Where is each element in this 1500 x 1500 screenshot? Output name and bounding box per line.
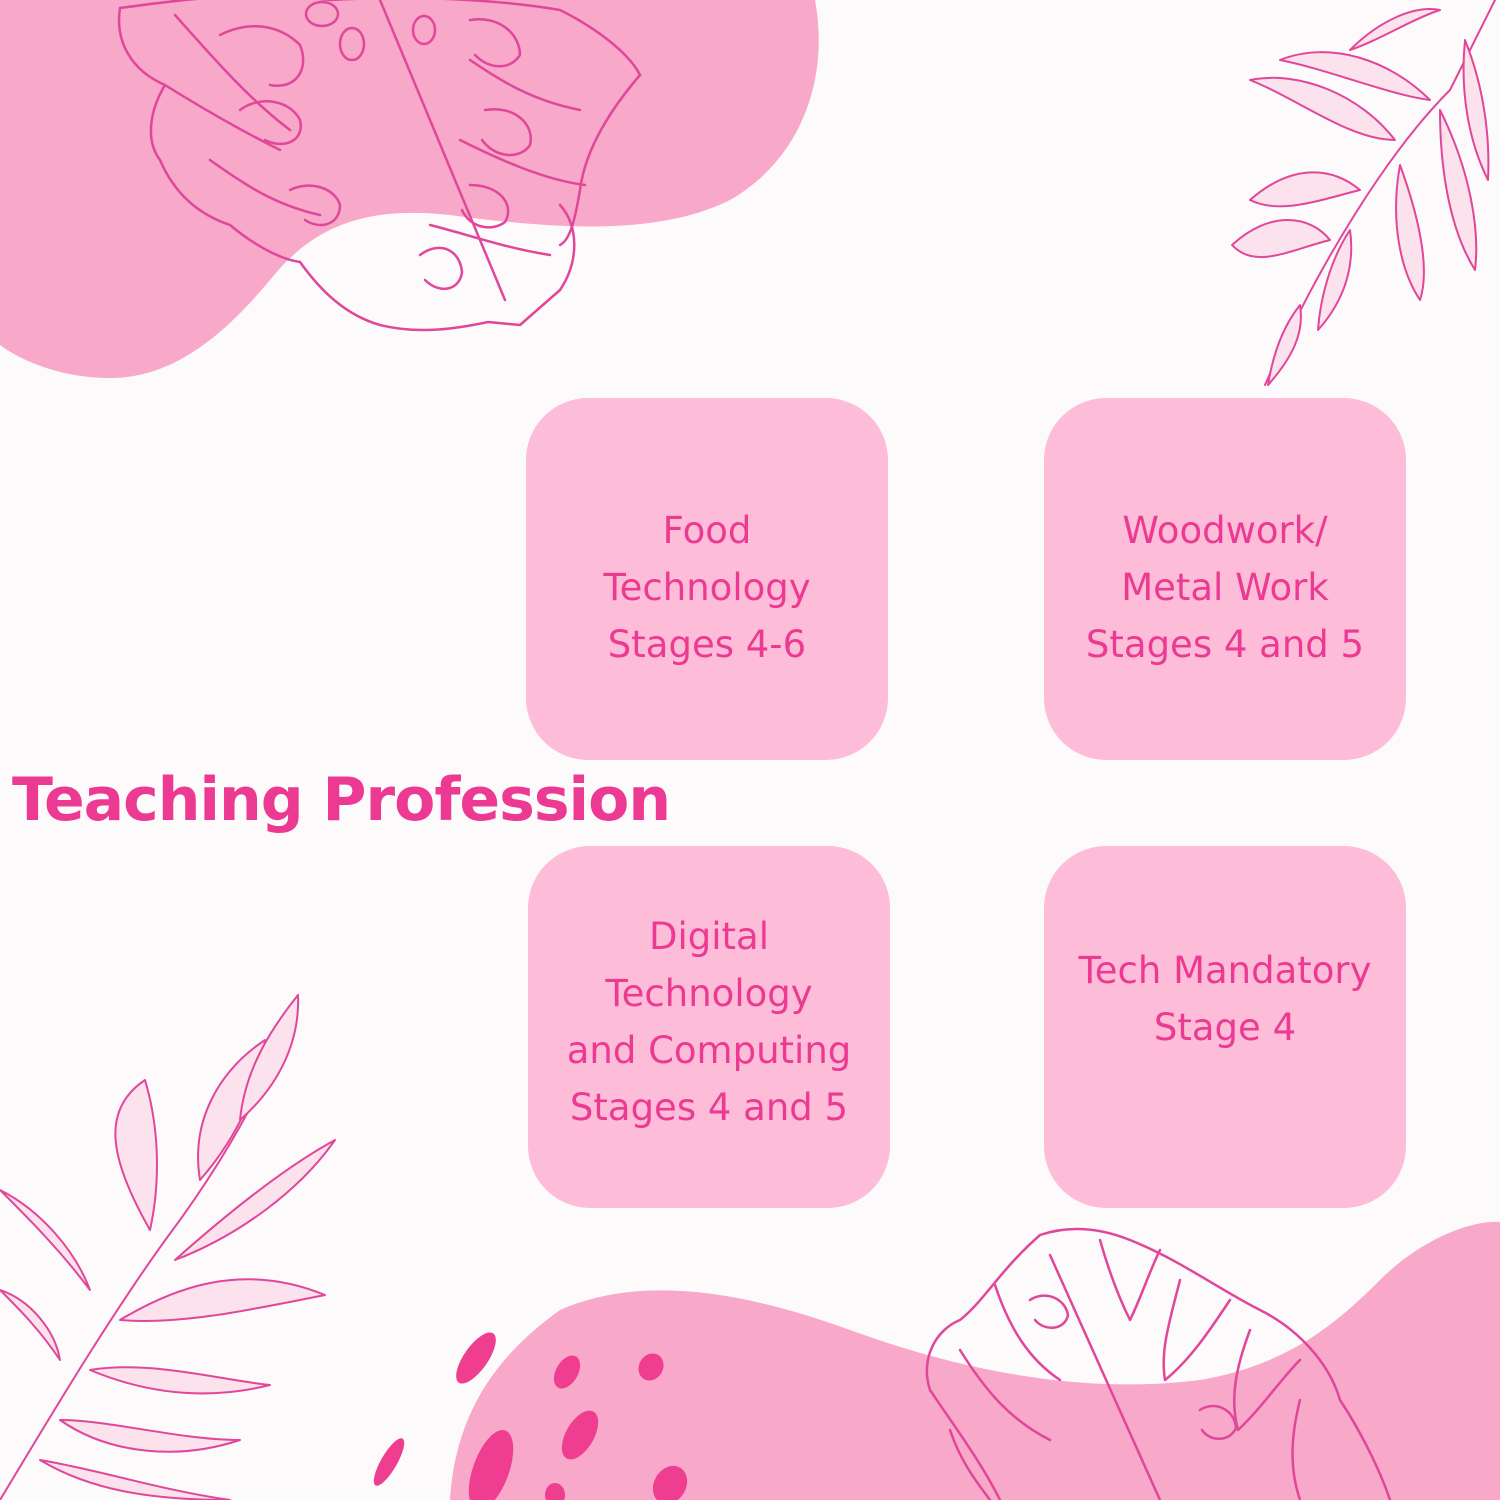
subject-card-food-technology: Food Technology Stages 4-6: [526, 398, 888, 760]
card-line: Digital: [648, 915, 769, 958]
palm-frond-icon: [0, 994, 336, 1500]
card-line: Stages 4 and 5: [569, 1086, 849, 1129]
card-line: Technology: [603, 565, 811, 609]
top-left-blob: [0, 0, 819, 378]
page-title: Teaching Profession: [12, 765, 671, 835]
subject-card-digital-technology: Digital Technology and Computing Stages …: [528, 846, 890, 1208]
card-line: Stages 4 and 5: [1085, 622, 1365, 666]
card-line: Tech Mandatory: [1078, 949, 1372, 992]
card-line: Stage 4: [1153, 1006, 1297, 1049]
card-line: Stages 4-6: [607, 622, 807, 666]
palm-frond-icon: [1231, 0, 1496, 386]
card-line: Food: [662, 508, 752, 552]
card-line: Metal Work: [1121, 565, 1329, 609]
card-line: Woodwork/: [1122, 508, 1328, 552]
subject-card-tech-mandatory: Tech Mandatory Stage 4: [1044, 846, 1406, 1208]
card-line: Technology: [605, 972, 813, 1015]
card-line: and Computing: [566, 1029, 852, 1072]
subject-card-woodwork-metalwork: Woodwork/ Metal Work Stages 4 and 5: [1044, 398, 1406, 760]
